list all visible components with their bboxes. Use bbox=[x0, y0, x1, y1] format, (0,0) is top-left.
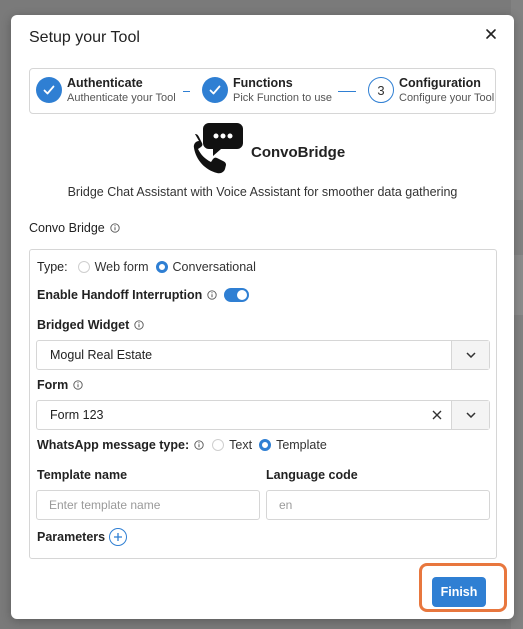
brand-name: ConvoBridge bbox=[251, 144, 346, 161]
whatsapp-option-text[interactable]: Text bbox=[212, 438, 252, 452]
backdrop-fragment bbox=[513, 255, 523, 315]
radio-checked[interactable] bbox=[155, 261, 168, 273]
setup-tool-modal: Setup your Tool Authenticate Authenticat… bbox=[11, 15, 514, 619]
language-code-label: Language code bbox=[266, 468, 358, 482]
template-name-label-row: Template name bbox=[37, 468, 127, 482]
finish-button[interactable]: Finish bbox=[432, 577, 486, 607]
stepper: Authenticate Authenticate your Tool Func… bbox=[29, 68, 496, 114]
close-icon[interactable] bbox=[482, 25, 500, 43]
option-label: Template bbox=[276, 438, 327, 452]
step-connector bbox=[338, 91, 356, 92]
step-title: Authenticate bbox=[67, 76, 143, 90]
whatsapp-row: WhatsApp message type: Text Template bbox=[37, 438, 334, 452]
whatsapp-label: WhatsApp message type: bbox=[37, 438, 190, 452]
bridged-widget-label-row: Bridged Widget bbox=[37, 318, 144, 332]
step-subtitle: Pick Function to use bbox=[233, 91, 333, 104]
step-subtitle: Authenticate your Tool bbox=[67, 91, 176, 104]
form-select[interactable]: Form 123 bbox=[36, 400, 490, 430]
type-option-conversational[interactable]: Conversational bbox=[155, 260, 256, 274]
type-row: Type: Web form Conversational bbox=[37, 260, 263, 274]
bridged-widget-select[interactable]: Mogul Real Estate bbox=[36, 340, 490, 370]
option-label: Conversational bbox=[172, 260, 256, 274]
whatsapp-option-template[interactable]: Template bbox=[259, 438, 327, 452]
handoff-label: Enable Handoff Interruption bbox=[37, 288, 203, 302]
step-title: Functions bbox=[233, 76, 293, 90]
info-icon[interactable] bbox=[207, 290, 217, 300]
info-icon[interactable] bbox=[73, 380, 83, 390]
add-parameter-button[interactable] bbox=[109, 528, 128, 546]
step-configuration[interactable]: 3 Configuration Configure your Tool bbox=[368, 77, 494, 104]
check-icon bbox=[36, 77, 62, 103]
convo-bridge-form: Type: Web form Conversational Enable Han… bbox=[29, 249, 497, 559]
step-functions[interactable]: Functions Pick Function to use bbox=[202, 77, 332, 104]
brand-description: Bridge Chat Assistant with Voice Assista… bbox=[67, 185, 458, 199]
info-icon[interactable] bbox=[110, 223, 120, 233]
template-name-label: Template name bbox=[37, 468, 128, 482]
option-label: Web form bbox=[94, 260, 149, 274]
option-label: Text bbox=[229, 438, 253, 452]
step-authenticate[interactable]: Authenticate Authenticate your Tool bbox=[36, 77, 176, 104]
language-code-label-row: Language code bbox=[266, 468, 358, 482]
info-icon[interactable] bbox=[194, 440, 204, 450]
parameters-row: Parameters bbox=[37, 528, 128, 546]
type-label: Type: bbox=[37, 260, 68, 274]
chevron-down-icon[interactable] bbox=[451, 341, 489, 369]
form-label-row: Form bbox=[37, 378, 83, 392]
handoff-row: Enable Handoff Interruption bbox=[37, 288, 250, 302]
chevron-down-icon[interactable] bbox=[451, 401, 489, 429]
backdrop-fragment bbox=[513, 140, 523, 200]
step-title: Configuration bbox=[399, 76, 481, 90]
bridged-widget-value: Mogul Real Estate bbox=[50, 348, 153, 362]
radio-unchecked[interactable] bbox=[77, 261, 90, 273]
modal-title: Setup your Tool bbox=[29, 29, 140, 46]
section-label-text: Convo Bridge bbox=[29, 221, 105, 235]
step-connector bbox=[183, 91, 190, 92]
plus-icon bbox=[114, 533, 123, 541]
radio-checked[interactable] bbox=[259, 439, 272, 451]
step-subtitle: Configure your Tool bbox=[399, 91, 495, 104]
info-icon[interactable] bbox=[134, 320, 144, 330]
phone-chat-icon bbox=[181, 119, 245, 183]
handoff-toggle[interactable] bbox=[224, 288, 250, 302]
section-label: Convo Bridge bbox=[29, 221, 120, 235]
bridged-widget-label: Bridged Widget bbox=[37, 318, 130, 332]
check-icon bbox=[202, 77, 228, 103]
form-label: Form bbox=[37, 378, 69, 392]
template-name-input[interactable] bbox=[36, 490, 260, 520]
language-code-input[interactable] bbox=[266, 490, 490, 520]
radio-unchecked[interactable] bbox=[212, 439, 225, 451]
clear-icon[interactable] bbox=[423, 410, 451, 420]
step-number: 3 bbox=[368, 77, 394, 103]
type-option-web-form[interactable]: Web form bbox=[77, 260, 149, 274]
parameters-label: Parameters bbox=[37, 530, 106, 544]
form-value: Form 123 bbox=[50, 408, 104, 422]
